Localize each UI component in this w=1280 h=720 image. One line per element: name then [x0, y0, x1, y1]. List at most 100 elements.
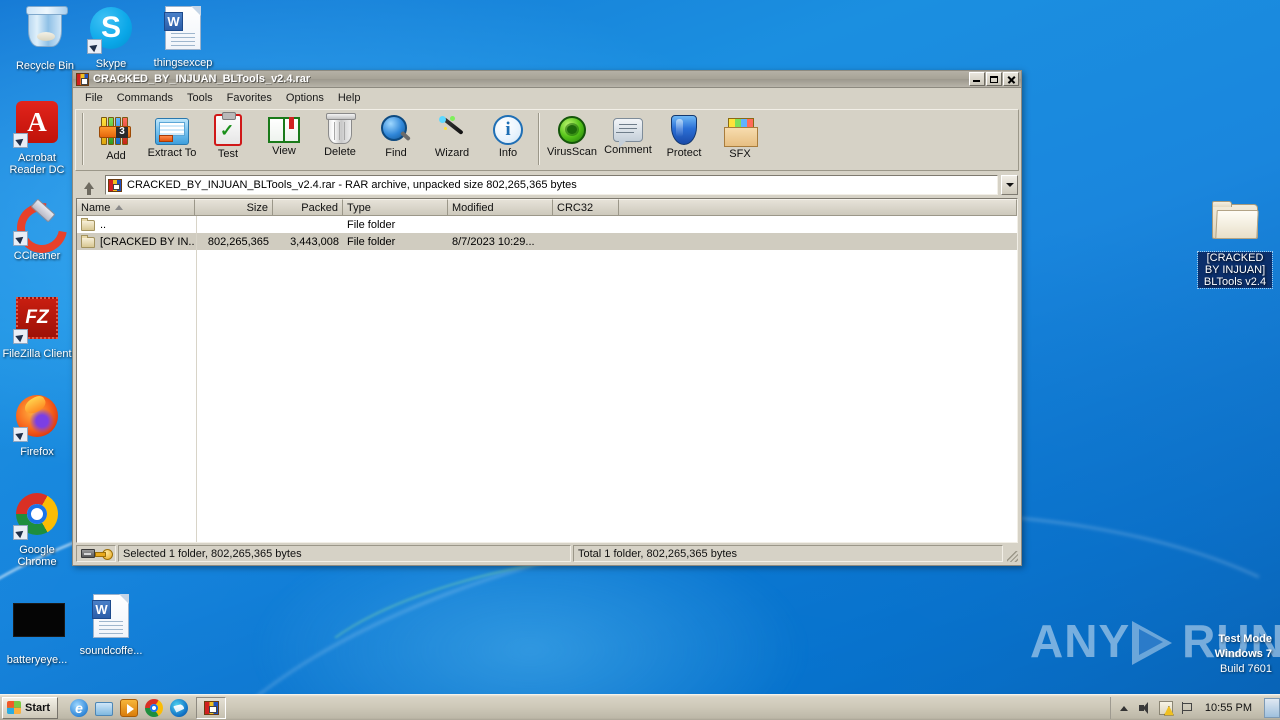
- toolbar-button-sfx[interactable]: SFX: [712, 113, 768, 167]
- window-titlebar[interactable]: CRACKED_BY_INJUAN_BLTools_v2.4.rar: [73, 71, 1021, 88]
- system-tray: 10:55 PM: [1109, 696, 1260, 719]
- chrome-icon[interactable]: [145, 698, 164, 717]
- chevron-up-icon[interactable]: [1117, 701, 1131, 715]
- taskbar[interactable]: Start 10:55 PM: [0, 694, 1280, 720]
- maximize-button[interactable]: [986, 72, 1002, 86]
- toolbar-button-delete[interactable]: Delete: [312, 113, 368, 167]
- table-row[interactable]: [CRACKED BY IN... 802,265,365 3,443,008 Fil…: [77, 233, 1017, 250]
- test-clipboard-icon: [214, 112, 242, 146]
- address-field[interactable]: CRACKED_BY_INJUAN_BLTools_v2.4.rar - RAR…: [105, 175, 998, 195]
- status-selected: Selected 1 folder, 802,265,365 bytes: [118, 545, 571, 562]
- folder-up-icon: [81, 217, 97, 232]
- edge-icon[interactable]: [170, 698, 189, 717]
- menu-item-commands[interactable]: Commands: [110, 90, 180, 106]
- close-button[interactable]: [1003, 72, 1019, 86]
- network-icon[interactable]: [1180, 701, 1194, 715]
- shortcut-overlay-icon: [13, 133, 28, 148]
- desktop-icon-skype[interactable]: Skype: [74, 4, 148, 70]
- table-row[interactable]: .. File folder: [77, 216, 1017, 233]
- file-list[interactable]: Name Size Packed Type Modified CRC32 .. File f…: [76, 198, 1018, 543]
- desktop-icon-filezilla[interactable]: FileZilla Client: [0, 294, 74, 360]
- toolbar-button-label: Delete: [324, 146, 356, 158]
- toolbar-button-add[interactable]: 3 Add: [88, 113, 144, 167]
- shortcut-overlay-icon: [87, 39, 102, 54]
- test-mode-line3: Build 7601: [1220, 663, 1272, 675]
- status-total: Total 1 folder, 802,265,365 bytes: [573, 545, 1003, 562]
- toolbar-button-test[interactable]: Test: [200, 112, 256, 167]
- status-bar: Selected 1 folder, 802,265,365 bytes Tot…: [76, 545, 1018, 562]
- toolbar: 3 Add Extract To Test View Delete Find Wizard In…: [75, 109, 1019, 171]
- ccleaner-icon: [13, 199, 61, 247]
- show-desktop-button[interactable]: [1264, 697, 1280, 718]
- desktop-icon-soundcoffee[interactable]: Wsoundcoffe...: [74, 592, 148, 657]
- up-one-level-button[interactable]: [76, 174, 102, 196]
- desktop-icon-acrobat[interactable]: Acrobat Reader DC: [0, 98, 74, 176]
- toolbar-button-view[interactable]: View: [256, 113, 312, 167]
- desktop-icon-firefox[interactable]: Firefox: [0, 392, 74, 458]
- toolbar-button-protect[interactable]: Protect: [656, 113, 712, 167]
- menu-item-tools[interactable]: Tools: [180, 90, 220, 106]
- toolbar-button-label: Protect: [666, 147, 702, 159]
- filezilla-icon: [13, 297, 61, 345]
- minimize-button[interactable]: [969, 72, 985, 86]
- desktop[interactable]: Recycle Bin Skype Wthingsexcep Acrobat Read…: [0, 0, 1280, 720]
- desktop-icon-label: Acrobat Reader DC: [9, 152, 65, 176]
- flag-warning-icon[interactable]: [1158, 700, 1173, 715]
- desktop-icon-label: Skype: [95, 58, 127, 70]
- quick-launch-bar: [70, 698, 189, 717]
- desktop-icon-label: batteryeye...: [6, 654, 68, 666]
- desktop-icon-ccleaner[interactable]: CCleaner: [0, 196, 74, 262]
- arrow-up-icon: [84, 181, 94, 195]
- column-header-type[interactable]: Type: [343, 199, 448, 216]
- toolbar-button-find[interactable]: Find: [368, 113, 424, 167]
- test-mode-line2: Windows 7: [1214, 648, 1272, 660]
- toolbar-button-comment[interactable]: Comment: [600, 113, 656, 167]
- menu-item-file[interactable]: File: [78, 90, 110, 106]
- menu-item-options[interactable]: Options: [279, 90, 331, 106]
- column-header-packed[interactable]: Packed: [273, 199, 343, 216]
- desktop-icon-label: Firefox: [20, 446, 54, 458]
- add-archive-icon: 3: [99, 114, 133, 148]
- folder-icon: [1211, 201, 1259, 249]
- desktop-icon-label: Google Chrome: [17, 544, 57, 568]
- taskbar-item-winrar[interactable]: [196, 696, 227, 719]
- column-header-filler[interactable]: [619, 199, 1017, 216]
- desktop-icon-cracked-folder[interactable]: [CRACKED BY INJUAN] BLTools v2.4: [1197, 196, 1273, 289]
- desktop-icon-label: FileZilla Client: [2, 348, 72, 360]
- file-rows: .. File folder [CRACKED BY IN... 802,265,36…: [77, 216, 1017, 250]
- winrar-window[interactable]: CRACKED_BY_INJUAN_BLTools_v2.4.rar File C…: [72, 70, 1022, 566]
- menu-item-help[interactable]: Help: [331, 90, 368, 106]
- cell-name-text: [CRACKED BY IN...: [100, 235, 195, 248]
- toolbar-button-info[interactable]: Info: [480, 113, 536, 167]
- desktop-icon-batteryeye[interactable]: batteryeye...: [0, 596, 74, 666]
- column-header-label: Modified: [452, 201, 494, 214]
- media-player-icon[interactable]: [120, 698, 139, 717]
- desktop-icon-google-chrome[interactable]: Google Chrome: [0, 490, 74, 568]
- internet-explorer-icon[interactable]: [70, 698, 89, 717]
- toolbar-button-extract-to[interactable]: Extract To: [144, 113, 200, 167]
- toolbar-separator: [538, 113, 540, 165]
- speaker-icon[interactable]: [1138, 701, 1152, 715]
- clock[interactable]: 10:55 PM: [1201, 702, 1256, 714]
- desktop-icon-recycle-bin[interactable]: Recycle Bin: [8, 4, 82, 72]
- toolbar-button-virusscan[interactable]: VirusScan: [544, 113, 600, 167]
- desktop-icon-thingsexcep[interactable]: Wthingsexcep: [146, 4, 220, 69]
- folder-icon[interactable]: [95, 701, 114, 716]
- address-dropdown-button[interactable]: [1001, 175, 1018, 195]
- resize-grip[interactable]: [1005, 545, 1018, 562]
- column-header-modified[interactable]: Modified: [448, 199, 553, 216]
- word-doc-icon: W: [159, 6, 207, 54]
- toolbar-button-wizard[interactable]: Wizard: [424, 113, 480, 167]
- start-button[interactable]: Start: [2, 696, 59, 719]
- window-title: CRACKED_BY_INJUAN_BLTools_v2.4.rar: [93, 73, 311, 85]
- delete-trash-icon: [326, 113, 356, 144]
- toolbar-button-label: View: [272, 145, 296, 157]
- column-header-size[interactable]: Size: [195, 199, 273, 216]
- column-header-label: Packed: [301, 201, 338, 214]
- column-header-name[interactable]: Name: [77, 199, 195, 216]
- menu-item-favorites[interactable]: Favorites: [220, 90, 279, 106]
- info-circle-icon: [493, 115, 523, 145]
- column-header-crc32[interactable]: CRC32: [553, 199, 619, 216]
- drive-icon: [81, 549, 95, 558]
- toolbar-button-label: Wizard: [434, 147, 470, 159]
